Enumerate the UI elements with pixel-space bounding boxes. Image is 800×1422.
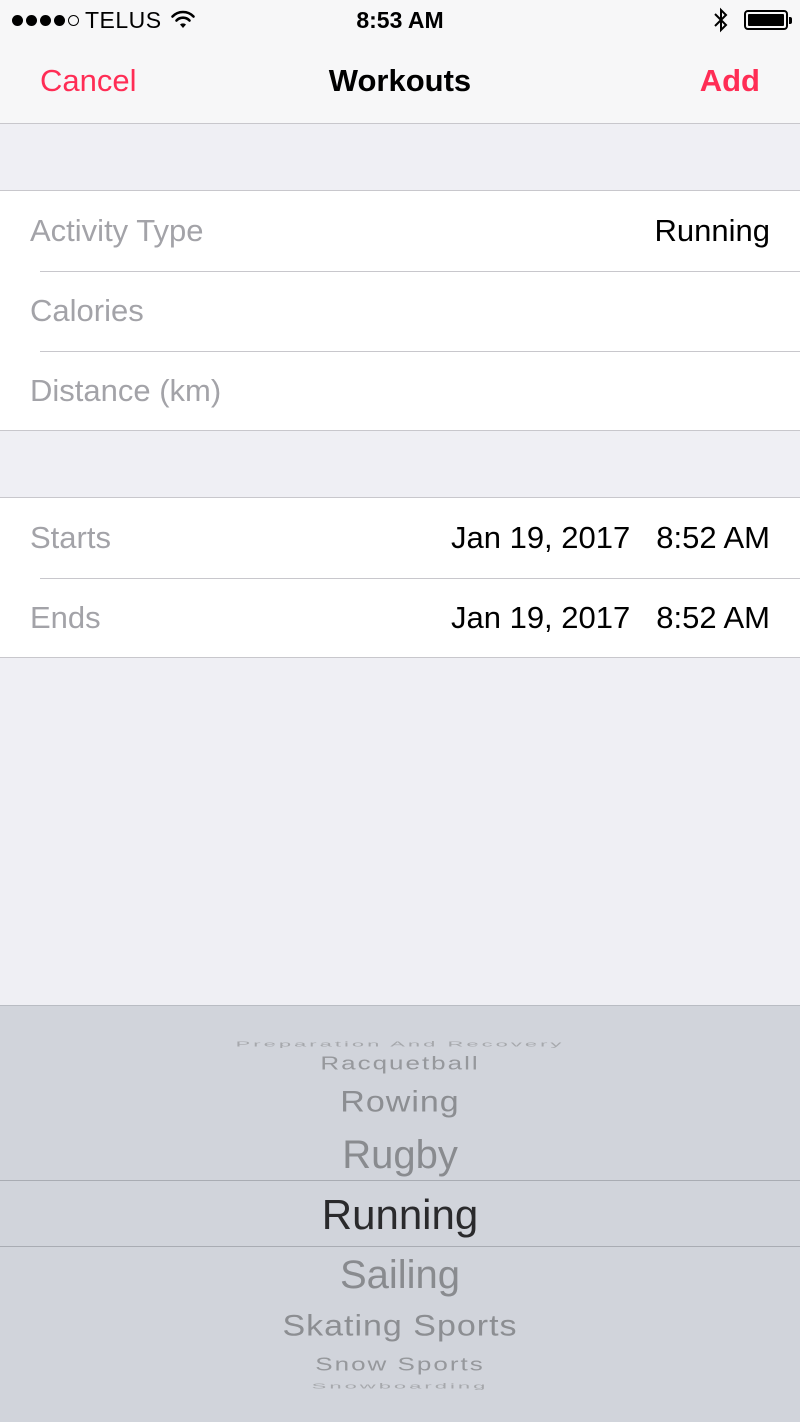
activity-type-label: Activity Type — [30, 213, 204, 248]
picker-item[interactable]: Skating Sports — [0, 1308, 800, 1343]
starts-row[interactable]: Starts Jan 19, 2017 8:52 AM — [0, 498, 800, 578]
ends-label: Ends — [30, 600, 101, 635]
workout-details-group: Activity Type Running Calories Distance … — [0, 190, 800, 431]
bluetooth-icon — [714, 7, 728, 33]
picker-item[interactable]: Preparation And Recovery — [0, 1040, 800, 1048]
time-range-group: Starts Jan 19, 2017 8:52 AM Ends Jan 19, … — [0, 497, 800, 658]
picker-item[interactable]: Snowboarding — [0, 1382, 800, 1390]
activity-type-value: Running — [654, 213, 770, 248]
status-right — [712, 6, 792, 34]
distance-row[interactable]: Distance (km) — [0, 351, 800, 431]
activity-picker[interactable]: Preparation And Recovery Racquetball Row… — [0, 1005, 800, 1422]
battery-icon — [744, 10, 792, 30]
picker-item[interactable]: Racquetball — [0, 1053, 800, 1074]
nav-bar: Cancel Workouts Add — [0, 40, 800, 124]
distance-label: Distance (km) — [30, 373, 222, 408]
battery-nub — [789, 17, 792, 24]
picker-item[interactable]: Rowing — [0, 1084, 800, 1119]
picker-item[interactable]: Snow Sports — [0, 1354, 800, 1375]
calories-label: Calories — [30, 293, 144, 328]
add-button[interactable]: Add — [700, 62, 760, 100]
starts-date: Jan 19, 2017 — [450, 520, 631, 555]
ends-time: 8:52 AM — [656, 600, 770, 635]
ends-row[interactable]: Ends Jan 19, 2017 8:52 AM — [0, 578, 800, 658]
battery-fill — [748, 14, 784, 26]
ends-date: Jan 19, 2017 — [450, 600, 631, 635]
picker-item-selected[interactable]: Running — [0, 1191, 800, 1239]
ends-value: Jan 19, 2017 8:52 AM — [451, 599, 770, 637]
calories-row[interactable]: Calories — [0, 271, 800, 351]
starts-label: Starts — [30, 520, 111, 555]
starts-value: Jan 19, 2017 8:52 AM — [451, 519, 770, 557]
starts-time: 8:52 AM — [656, 520, 770, 555]
page-title: Workouts — [328, 63, 472, 98]
picker-item[interactable]: Sailing — [0, 1252, 800, 1298]
status-time: 8:53 AM — [356, 7, 444, 33]
status-bar: TELUS 8:53 AM — [0, 0, 800, 40]
picker-item[interactable]: Rugby — [0, 1132, 800, 1178]
activity-type-row[interactable]: Activity Type Running — [0, 191, 800, 271]
